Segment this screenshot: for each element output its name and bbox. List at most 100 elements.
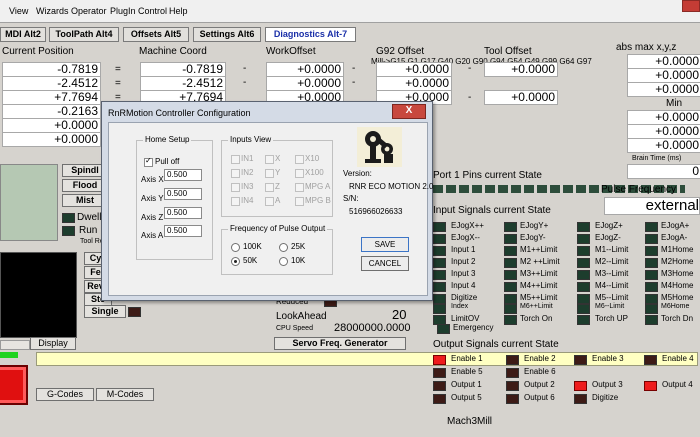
abs-max-header: abs max x,y,z bbox=[616, 42, 677, 53]
input-label: X10 bbox=[305, 154, 320, 163]
signal-led bbox=[433, 234, 446, 244]
current-a-dro[interactable]: -0.2163 bbox=[2, 104, 101, 119]
menu-wizards[interactable]: Wizards bbox=[36, 6, 69, 16]
signal-led bbox=[645, 315, 658, 325]
axis-x-pulloff-input[interactable]: 0.500 bbox=[164, 169, 202, 181]
serial-value: 516966026633 bbox=[349, 207, 403, 216]
work-offset-header: WorkOffset bbox=[266, 46, 316, 57]
g92-x-dro[interactable]: +0.0000 bbox=[376, 62, 452, 77]
axis-a-pulloff-input[interactable]: 0.500 bbox=[164, 225, 202, 237]
signal-led bbox=[433, 222, 446, 232]
toolpath-display bbox=[0, 252, 77, 338]
signal-led bbox=[645, 282, 658, 292]
axis-y-pulloff-input[interactable]: 0.500 bbox=[164, 188, 202, 200]
signal-label: Torch UP bbox=[595, 314, 628, 323]
signal-label: M6Home bbox=[661, 303, 690, 310]
current-y-dro[interactable]: -2.4512 bbox=[2, 76, 101, 91]
menu-help[interactable]: Help bbox=[169, 6, 188, 16]
gcodes-button[interactable]: G-Codes bbox=[36, 388, 94, 401]
tab-offsets[interactable]: Offsets Alt5 bbox=[123, 27, 189, 42]
input-checkbox bbox=[231, 183, 240, 192]
single-block-button[interactable]: Single bbox=[84, 305, 126, 318]
input-label: A bbox=[275, 196, 281, 205]
signal-label: M3Home bbox=[661, 269, 694, 278]
input-checkbox bbox=[265, 169, 274, 178]
tab-diagnostics[interactable]: Diagnostics Alt-7 bbox=[265, 27, 356, 42]
axis-z-pulloff-input[interactable]: 0.500 bbox=[164, 207, 202, 219]
display-button[interactable]: Display bbox=[30, 337, 76, 350]
signal-label: Torch Dn bbox=[661, 314, 694, 323]
current-c-dro[interactable]: +0.0000 bbox=[2, 132, 101, 147]
output-label: Enable 3 bbox=[592, 354, 624, 363]
current-b-dro[interactable]: +0.0000 bbox=[2, 118, 101, 133]
input-checkbox bbox=[231, 155, 240, 164]
signal-led bbox=[433, 270, 446, 280]
machine-x-dro: -0.7819 bbox=[140, 62, 226, 77]
signal-label: Input 3 bbox=[451, 269, 476, 278]
input-checkbox bbox=[265, 183, 274, 192]
signal-led bbox=[645, 234, 658, 244]
signal-label: Index bbox=[451, 303, 469, 310]
output-led bbox=[433, 355, 446, 365]
menu-operator[interactable]: Operator bbox=[71, 6, 107, 16]
tab-mdi[interactable]: MDI Alt2 bbox=[0, 27, 46, 42]
cancel-button[interactable]: CANCEL bbox=[361, 256, 409, 271]
g92-y-dro[interactable]: +0.0000 bbox=[376, 76, 452, 91]
menu-plugin-control[interactable]: PlugIn Control bbox=[110, 6, 167, 16]
current-x-dro[interactable]: -0.7819 bbox=[2, 62, 101, 77]
tab-toolpath[interactable]: ToolPath Alt4 bbox=[49, 27, 119, 42]
mcodes-button[interactable]: M-Codes bbox=[96, 388, 154, 401]
output-led bbox=[506, 355, 519, 365]
menu-view[interactable]: View bbox=[9, 6, 28, 16]
min-label: Min bbox=[666, 98, 683, 109]
abs-max-x-dro: +0.0000 bbox=[627, 54, 700, 69]
signal-label: M1--Limit bbox=[595, 245, 629, 254]
work-x-dro[interactable]: +0.0000 bbox=[266, 62, 344, 77]
tab-settings[interactable]: Settings Alt6 bbox=[193, 27, 261, 42]
signal-led bbox=[577, 222, 590, 232]
input-label: MPG A bbox=[305, 182, 331, 191]
freq-10k-radio[interactable] bbox=[279, 257, 288, 266]
freq-50k-radio[interactable] bbox=[231, 257, 240, 266]
tool-offset-diameter-dro[interactable]: +0.0000 bbox=[484, 90, 558, 105]
freq-25k-radio[interactable] bbox=[279, 243, 288, 252]
minus-sign: - bbox=[352, 63, 356, 74]
cpu-speed-label: CPU Speed bbox=[276, 325, 313, 332]
servo-freq-generator-button[interactable]: Servo Freq. Generator bbox=[274, 337, 406, 350]
input-label: IN2 bbox=[241, 168, 254, 177]
window-close-button[interactable] bbox=[682, 0, 700, 12]
signal-label: M5Home bbox=[661, 293, 694, 302]
signal-label: M4++Limit bbox=[520, 281, 558, 290]
signal-led bbox=[504, 270, 517, 280]
single-block-led bbox=[128, 307, 141, 317]
menu-bar: View Wizards Operator PlugIn Control Hel… bbox=[0, 0, 700, 23]
spindle-panel bbox=[0, 164, 58, 241]
freq-100k-radio[interactable] bbox=[231, 243, 240, 252]
home-setup-title: Home Setup bbox=[143, 135, 192, 144]
signal-label: M1Home bbox=[661, 245, 694, 254]
work-y-dro[interactable]: +0.0000 bbox=[266, 76, 344, 91]
pull-off-checkbox[interactable] bbox=[144, 156, 153, 167]
signal-label: Input 4 bbox=[451, 281, 476, 290]
signal-label: Torch On bbox=[520, 314, 553, 323]
reset-button[interactable] bbox=[0, 365, 28, 405]
save-button[interactable]: SAVE bbox=[361, 237, 409, 252]
brain-time-dro: 0 bbox=[627, 164, 700, 179]
tool-offset-z-dro[interactable]: +0.0000 bbox=[484, 62, 558, 77]
input-label: Z bbox=[275, 182, 280, 191]
freq-10k-label: 10K bbox=[291, 256, 306, 265]
pulse-frequency-label: Pulse Frequency bbox=[601, 184, 677, 195]
current-z-dro[interactable]: +7.7694 bbox=[2, 90, 101, 105]
dialog-title: RnRMotion Controller Configuration bbox=[108, 108, 251, 118]
abs-min-y-dro: +0.0000 bbox=[627, 124, 700, 139]
signal-led bbox=[504, 258, 517, 268]
freq-100k-label: 100K bbox=[243, 242, 262, 251]
minus-sign: - bbox=[352, 77, 356, 88]
input-checkbox bbox=[265, 155, 274, 164]
pulse-frequency-value: external bbox=[604, 197, 700, 215]
output-label: Enable 4 bbox=[662, 354, 694, 363]
signal-label: Input 1 bbox=[451, 245, 476, 254]
dialog-close-button[interactable]: X bbox=[392, 104, 426, 119]
input-label: IN1 bbox=[241, 154, 254, 163]
screen-tabs: MDI Alt2 ToolPath Alt4 Offsets Alt5 Sett… bbox=[0, 27, 700, 66]
